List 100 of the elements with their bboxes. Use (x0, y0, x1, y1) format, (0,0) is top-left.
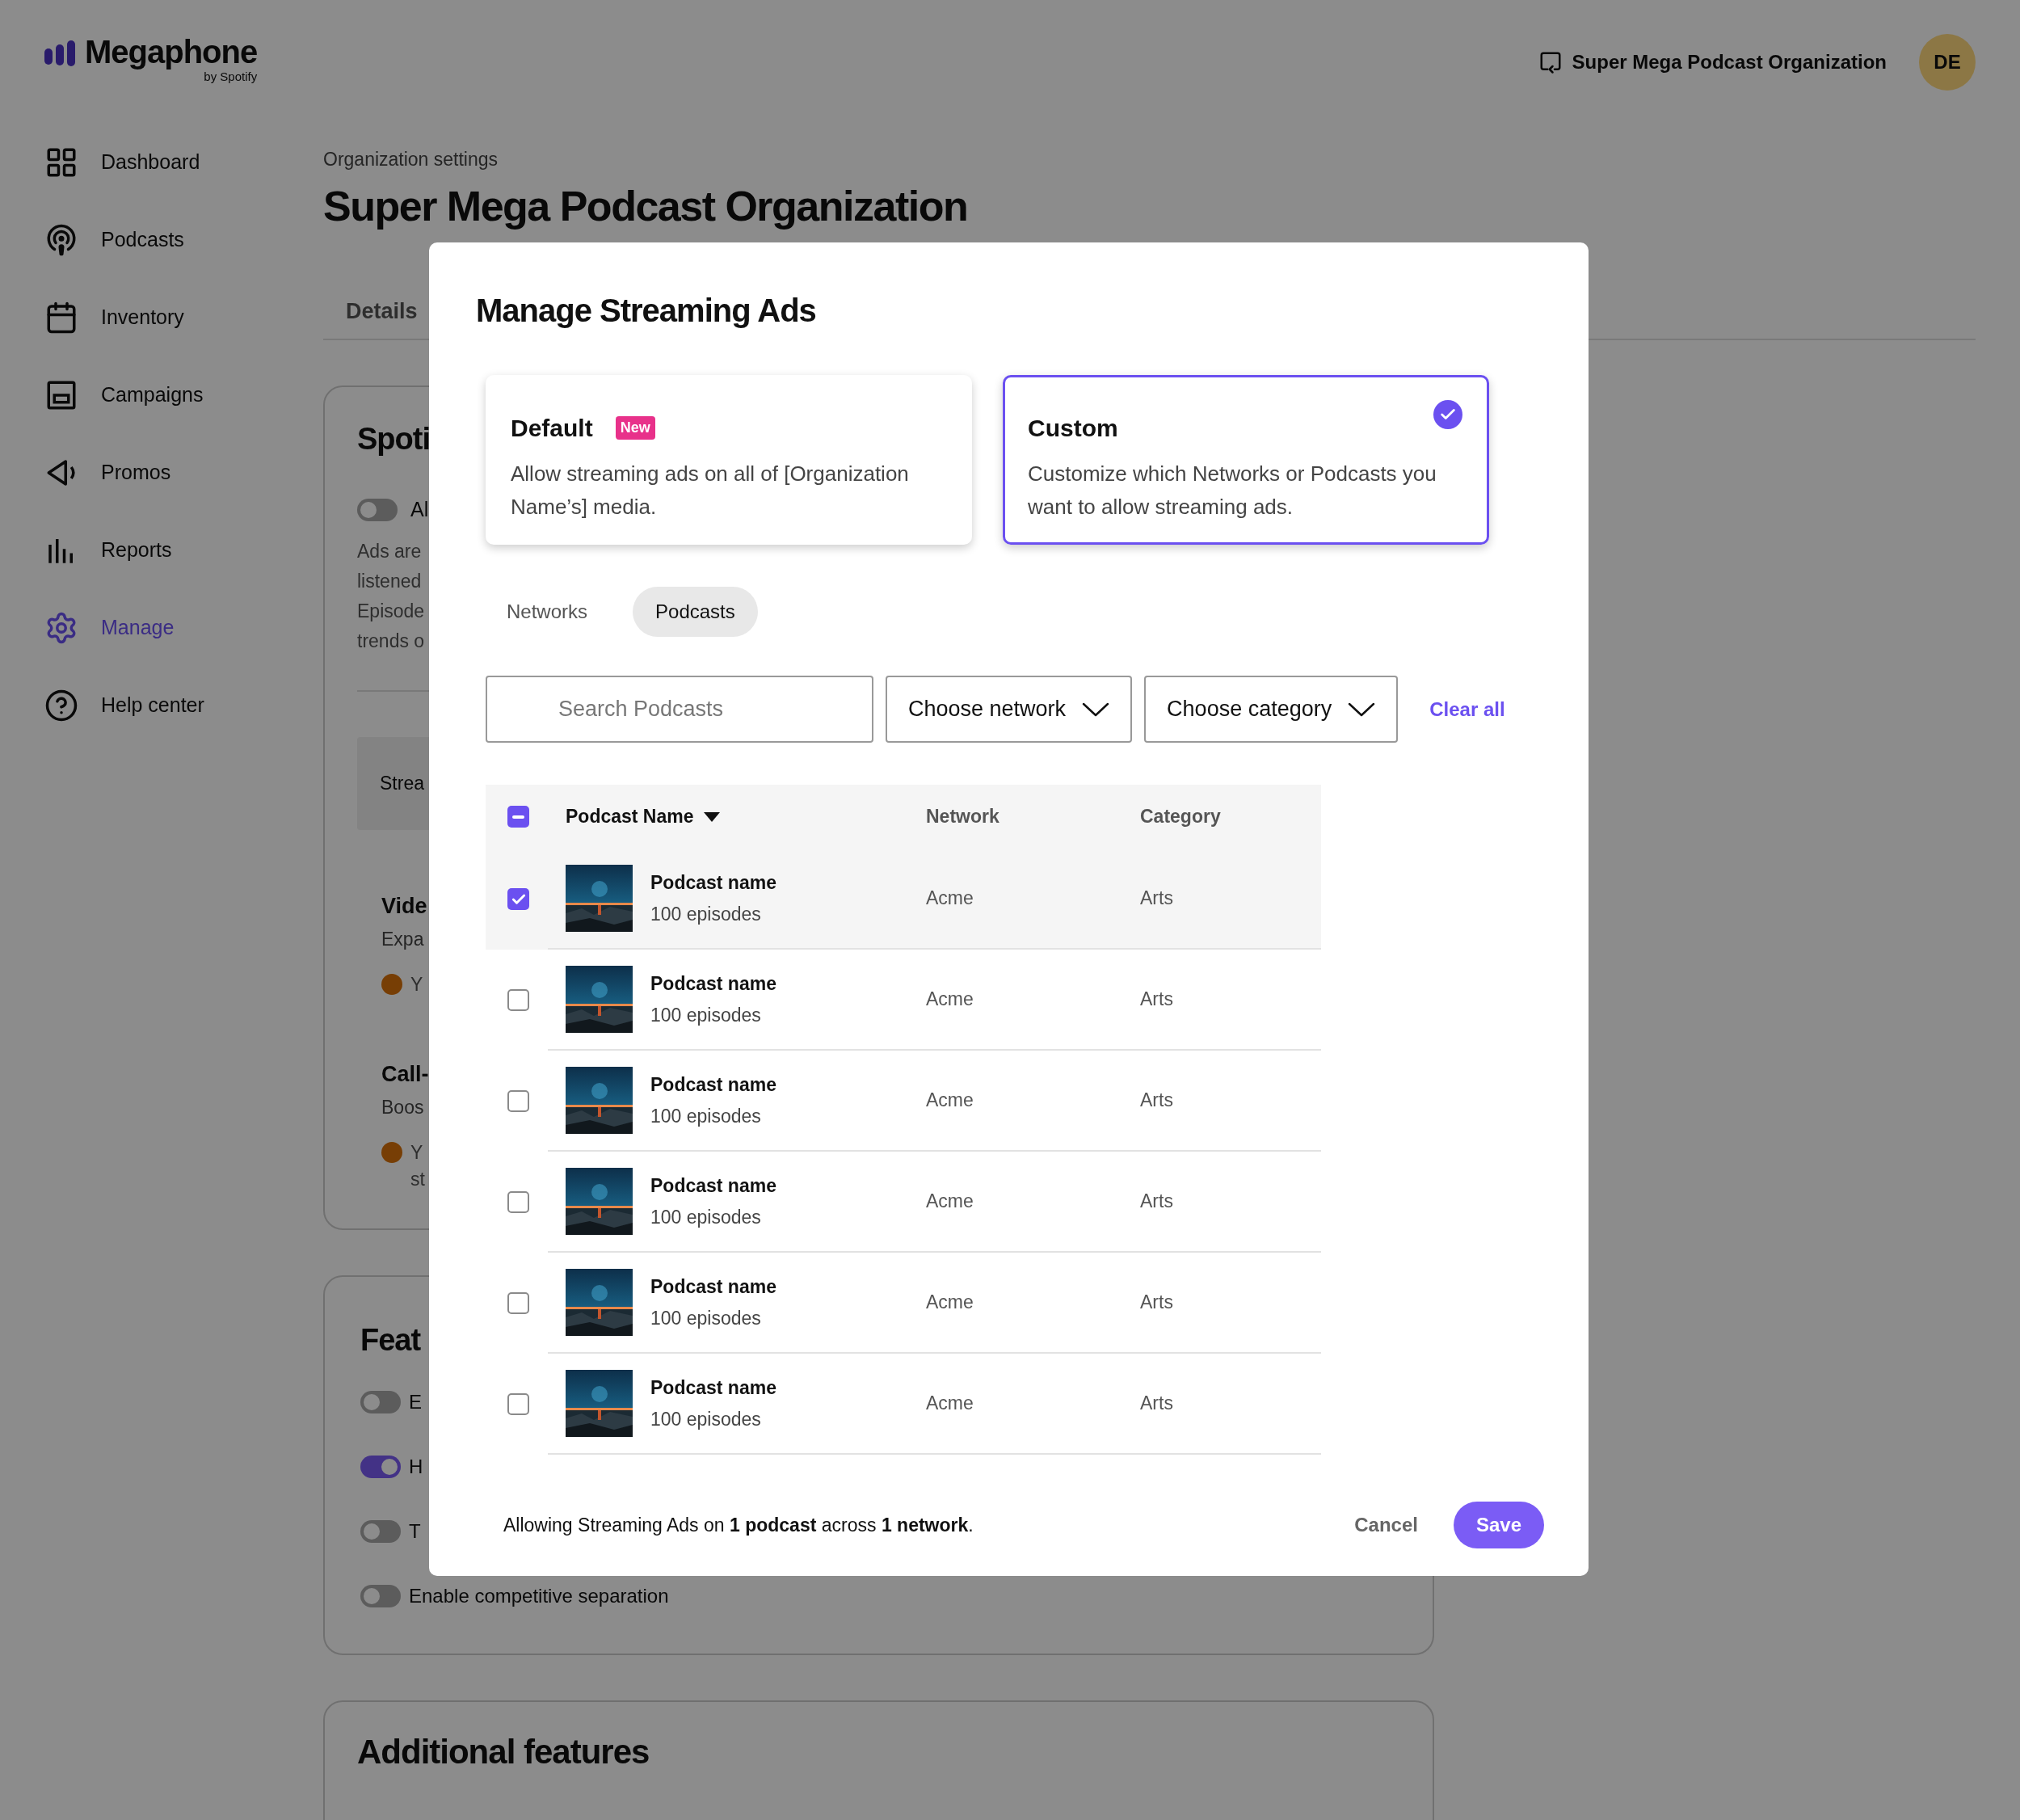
row-checkbox[interactable] (507, 1191, 529, 1213)
table-cell-text: Acme (926, 1190, 974, 1214)
section-subtitle: Expa (381, 928, 424, 951)
row-checkbox[interactable] (507, 1393, 529, 1415)
section-subtitle: Boos (381, 1096, 424, 1119)
description-text: Episode (357, 599, 425, 623)
column-header: Network (926, 805, 1000, 829)
toggle-switch[interactable] (360, 1585, 401, 1607)
chevron-down-icon (1082, 701, 1110, 717)
help-icon (44, 689, 78, 723)
tab[interactable]: Networks (484, 587, 611, 637)
toggle-label: T (409, 1519, 421, 1544)
episode-count: 100 episodes (650, 1407, 762, 1431)
option-description: Customize which Networks or Podcasts you want to allow streaming ads. (1028, 461, 1437, 520)
toggle-switch[interactable] (360, 1391, 401, 1413)
sidebar-item[interactable]: Inventory (44, 301, 323, 335)
toggle-switch[interactable] (360, 1520, 401, 1543)
tab[interactable]: Details (346, 294, 418, 327)
toggle-label: Enable competitive separation (409, 1584, 669, 1608)
description-text: trends o (357, 629, 425, 653)
logo-text: Megaphone (85, 34, 258, 70)
save-button[interactable]: Save (1453, 1502, 1544, 1548)
option-title: Custom (1028, 414, 1118, 443)
section-title: Vide (381, 892, 427, 920)
chevron-down-icon (1348, 701, 1376, 717)
column-header: Category (1140, 805, 1221, 829)
description-text: listened (357, 569, 422, 593)
table-cell-text: Acme (926, 988, 974, 1012)
sidebar-item[interactable]: Podcasts (44, 223, 323, 257)
podcast-name: Podcast name (650, 1073, 776, 1097)
row-checkbox[interactable] (507, 989, 529, 1011)
row-checkbox[interactable] (507, 1292, 529, 1314)
episode-count: 100 episodes (650, 1306, 762, 1330)
breadcrumb: Organization settings (323, 148, 499, 171)
description-text: Ads are (357, 539, 422, 563)
search-field[interactable]: Search Podcasts (486, 676, 873, 743)
episode-count: 100 episodes (650, 1003, 762, 1027)
episode-count: 100 episodes (650, 1205, 762, 1229)
check-icon (1433, 400, 1462, 429)
card-title: Additional features (357, 1733, 650, 1771)
table-row[interactable]: Podcast name 100 episodes Acme Arts (486, 849, 1321, 950)
option-card[interactable]: Default New Allow streaming ads on all of [Organization Name’s] media. (486, 375, 972, 545)
warning-text: st (410, 1167, 425, 1191)
user-avatar[interactable]: DE (1919, 34, 1976, 91)
card-title: Feat (360, 1322, 421, 1359)
card-title: Spoti (357, 421, 430, 457)
sidebar-item[interactable]: Help center (44, 689, 323, 723)
organization-switcher[interactable]: Super Mega Podcast Organization (1538, 48, 1887, 77)
table-cell-text: Acme (926, 1089, 974, 1113)
sidebar-item[interactable]: Dashboard (44, 145, 323, 179)
episode-count: 100 episodes (650, 902, 762, 926)
option-card[interactable]: Custom Customize which Networks or Podcasts you want to allow streaming ads. (1003, 375, 1489, 545)
select-all-checkbox[interactable] (507, 806, 529, 828)
episode-count: 100 episodes (650, 1104, 762, 1128)
option-title: Default (511, 414, 593, 443)
summary-text: Allowing Streaming Ads on 1 podcast across 1 network. (503, 1513, 974, 1537)
table-cell-text: Arts (1140, 1392, 1173, 1416)
table-cell-text: Arts (1140, 988, 1173, 1012)
sidebar-item[interactable]: Promos (44, 456, 323, 490)
toggle-label: Al (410, 497, 429, 522)
clear-all-link[interactable]: Clear all (1429, 694, 1505, 724)
podcast-name: Podcast name (650, 1376, 776, 1400)
dropdown[interactable]: Choose network (886, 676, 1133, 743)
toggle-label: E (409, 1390, 422, 1414)
tab[interactable]: Podcasts (633, 587, 758, 637)
minus-icon (512, 815, 524, 819)
table-cell-text: Arts (1140, 1190, 1173, 1214)
warning-icon (381, 973, 402, 995)
sidebar-item[interactable]: Campaigns (44, 378, 323, 412)
warning-icon (381, 1141, 402, 1163)
podcast-name: Podcast name (650, 1275, 776, 1299)
toggle-switch[interactable] (357, 498, 398, 521)
table-cell-text: Acme (926, 1291, 974, 1315)
option-description: Allow streaming ads on all of [Organization Name’s] media. (511, 461, 910, 520)
dropdown[interactable]: Choose category (1144, 676, 1399, 743)
warning-text: Y (410, 1140, 423, 1165)
section-title: Call- (381, 1060, 429, 1088)
toggle-switch[interactable] (360, 1456, 401, 1478)
podcast-name: Podcast name (650, 871, 776, 895)
column-header[interactable]: Podcast Name (566, 803, 694, 831)
sidebar-item[interactable]: Manage (44, 611, 323, 645)
sidebar-item[interactable]: Reports (44, 533, 323, 567)
row-checkbox[interactable] (507, 888, 529, 910)
cancel-button[interactable]: Cancel (1348, 1502, 1425, 1548)
new-badge: New (615, 416, 655, 440)
page-title: Super Mega Podcast Organization (323, 181, 968, 231)
table-cell-text: Acme (926, 887, 974, 911)
table-cell-text: Acme (926, 1392, 974, 1416)
calendar-icon (44, 301, 78, 335)
podcast-name: Podcast name (650, 972, 776, 996)
row-checkbox[interactable] (507, 1090, 529, 1112)
modal-title: Manage Streaming Ads (476, 292, 817, 330)
logo-subtitle: by Spotify (204, 70, 258, 84)
banner-text: Strea (380, 771, 424, 795)
warning-text: Y (410, 972, 423, 996)
table-cell-text: Arts (1140, 887, 1173, 911)
table-cell-text: Arts (1140, 1291, 1173, 1315)
sort-icon[interactable] (703, 811, 720, 822)
table-cell-text: Arts (1140, 1089, 1173, 1113)
podcast-name: Podcast name (650, 1174, 776, 1198)
